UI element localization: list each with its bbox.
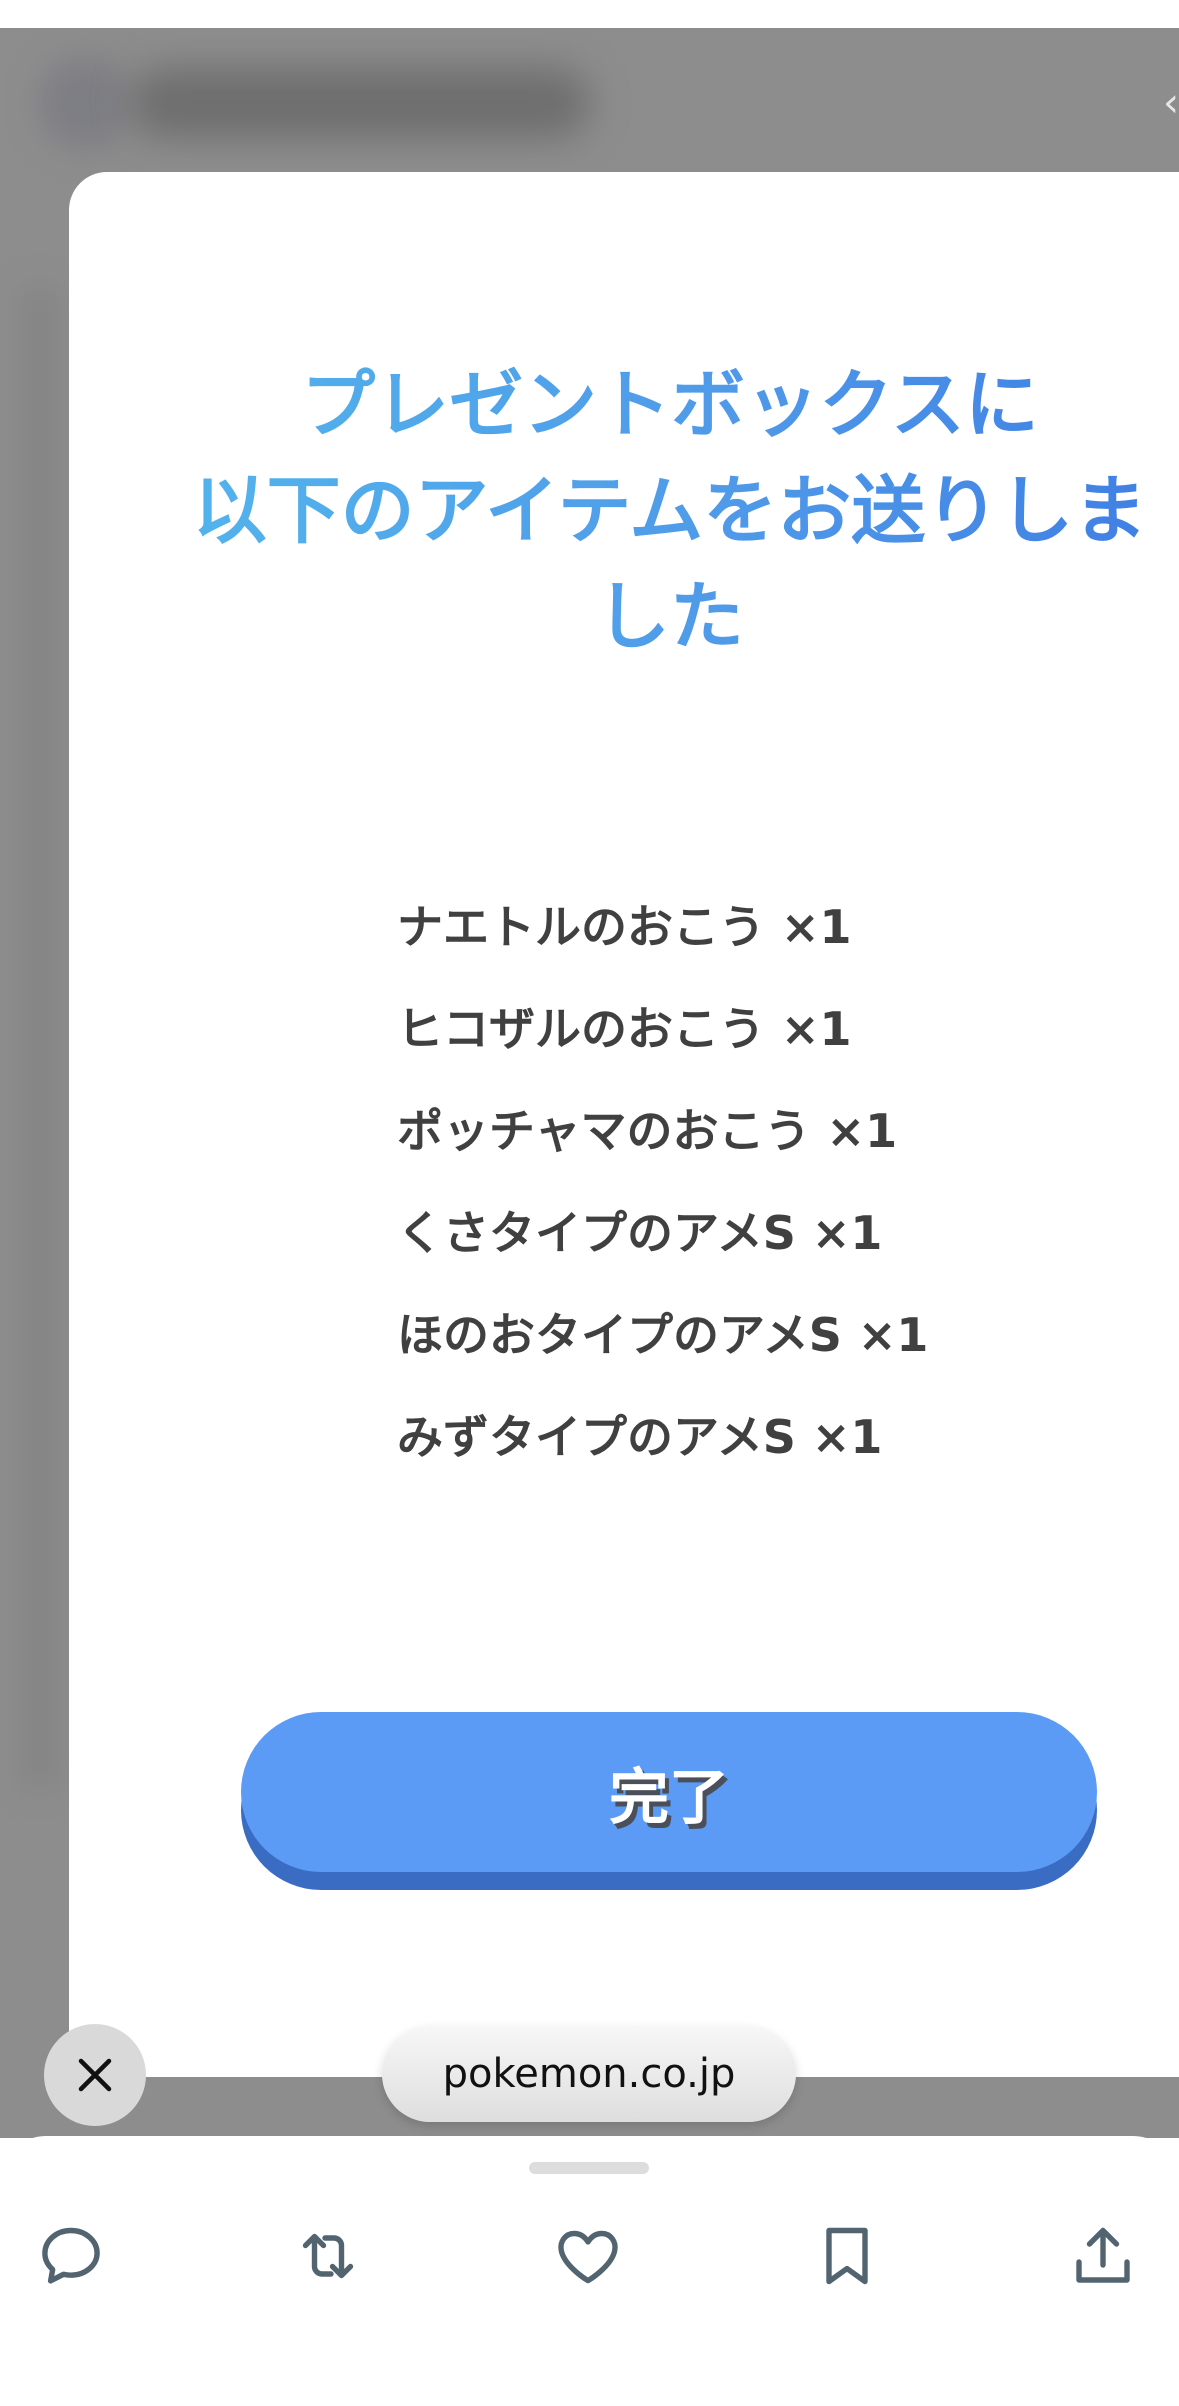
repost-icon [302, 2233, 354, 2279]
like-icon [558, 2230, 618, 2284]
post-action-bar [0, 2136, 1179, 2406]
sheet-grabber[interactable] [529, 2162, 649, 2174]
list-item: ほのおタイプのアメS ×1 [397, 1308, 929, 1362]
item-list: ナエトルのおこう ×1 ヒコザルのおこう ×1 ポッチャマのおこう ×1 くさタ… [397, 876, 928, 1488]
like-button[interactable] [538, 2206, 638, 2306]
list-item: くさタイプのアメS ×1 [397, 1206, 883, 1260]
list-item: ヒコザルのおこう ×1 [397, 1002, 852, 1056]
blurred-avatar [40, 58, 130, 148]
close-icon [78, 2058, 112, 2092]
bookmark-button[interactable] [797, 2206, 897, 2306]
list-item: みずタイプのアメS ×1 [397, 1410, 883, 1464]
modal-title-line: プレゼントボックスに [301, 362, 1039, 448]
list-item: ポッチャマのおこう ×1 [397, 1104, 898, 1158]
share-icon [1076, 2227, 1130, 2283]
blurred-header-text [130, 68, 590, 138]
blurred-content-edge [20, 288, 60, 1788]
url-text: pokemon.co.jp [442, 2051, 736, 2097]
bookmark-icon [826, 2227, 868, 2285]
modal-title-line: 以下のアイテムをお送りしま [192, 468, 1148, 554]
done-button[interactable]: 完了 [241, 1712, 1097, 1872]
reply-button[interactable] [21, 2206, 121, 2306]
share-button[interactable] [1053, 2206, 1153, 2306]
partial-icon: ‹ [1163, 80, 1179, 126]
close-button[interactable] [44, 2024, 146, 2126]
list-item: ナエトルのおこう ×1 [397, 900, 852, 954]
repost-button[interactable] [278, 2206, 378, 2306]
reply-icon [42, 2227, 100, 2284]
modal-title: プレゼントボックスに 以下のアイテムをお送りしま した [170, 352, 1170, 670]
status-bar-area [0, 0, 1179, 28]
url-pill[interactable]: pokemon.co.jp [382, 2026, 796, 2122]
modal-title-line: した [596, 574, 744, 660]
